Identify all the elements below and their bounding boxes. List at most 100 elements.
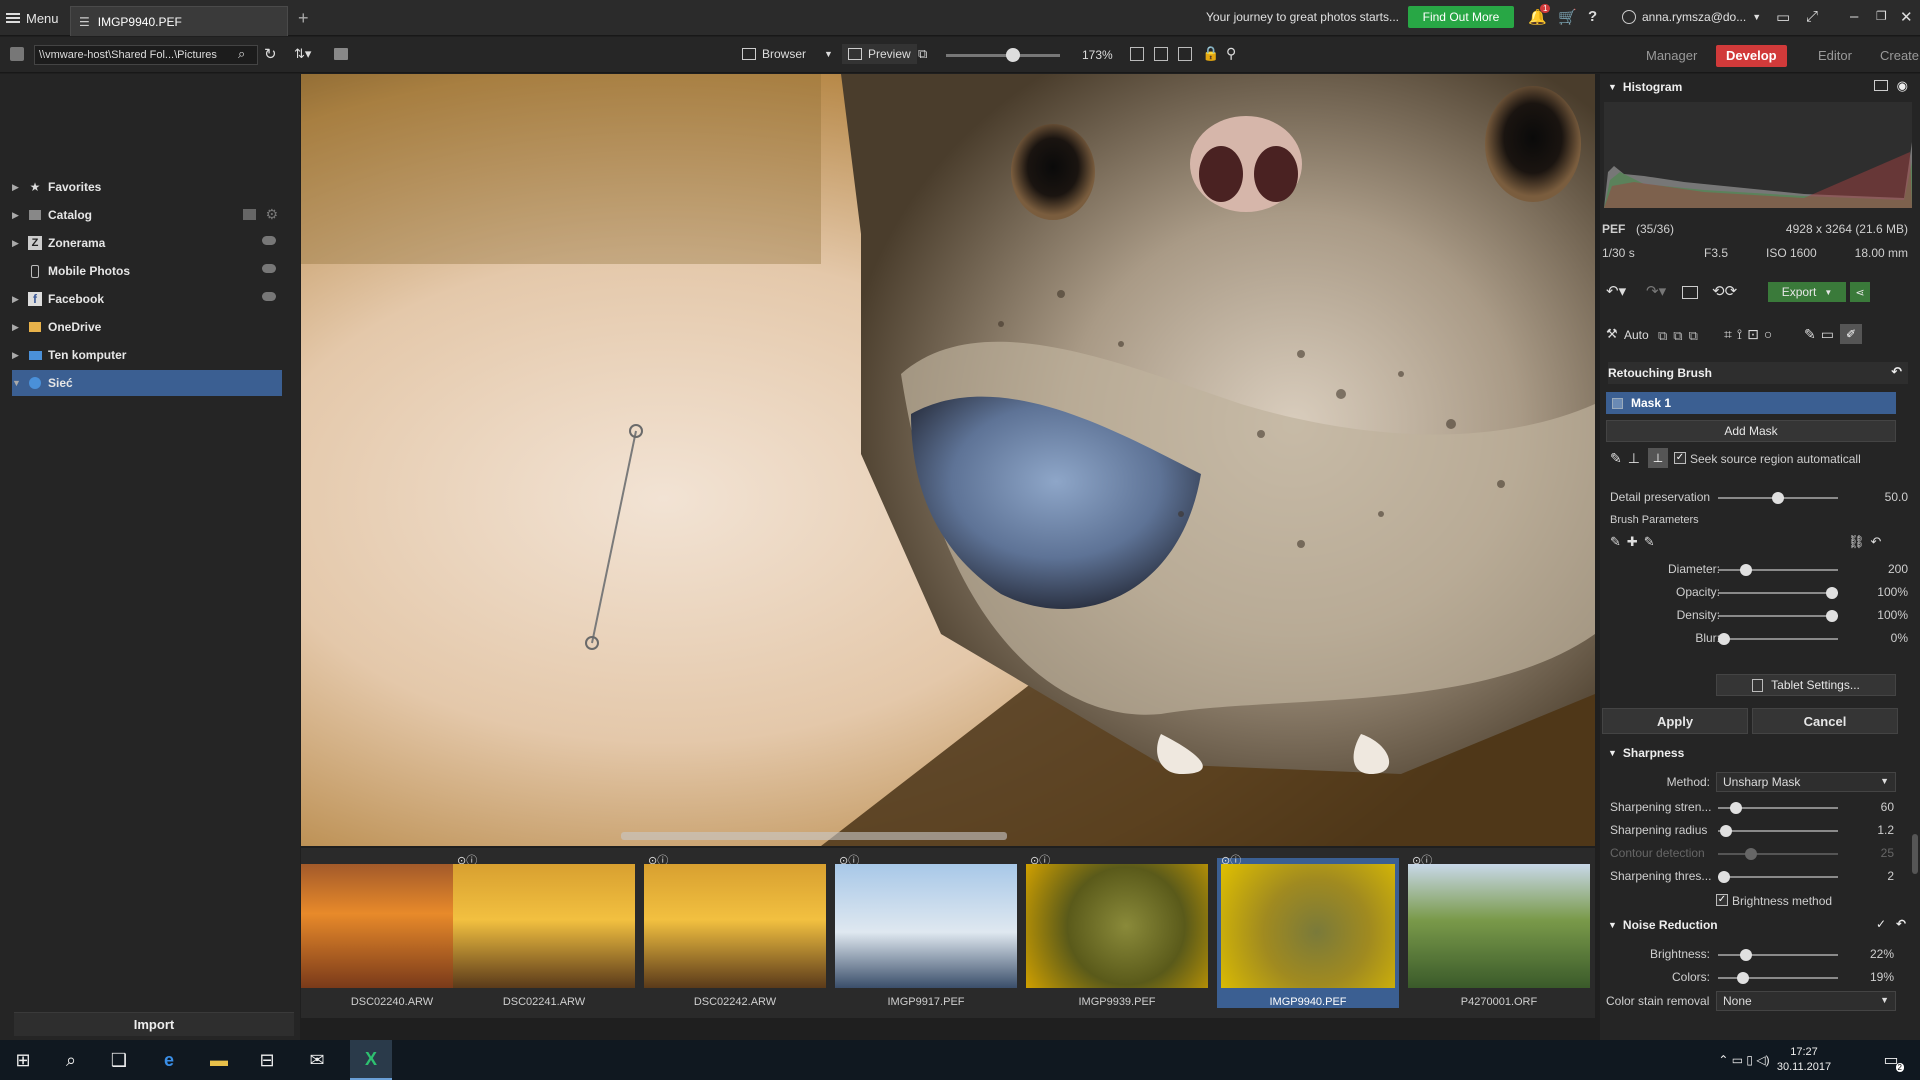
histogram-header[interactable]: ▼ Histogram ◉ (1608, 76, 1908, 98)
collapse-caret-icon[interactable]: ▼ (1608, 748, 1617, 758)
filmstrip-thumb[interactable]: ⊙ⓘ IMGP9939.PEF (1026, 855, 1208, 1008)
zoom-slider-knob[interactable] (1006, 48, 1020, 62)
expand-caret-icon[interactable]: ▶ (12, 350, 22, 361)
nr-brightness-slider[interactable] (1718, 954, 1838, 956)
filmstrip-thumb[interactable]: ⊙ⓘ DSC02241.ARW (453, 855, 635, 1008)
sharpening-strength-knob[interactable] (1730, 802, 1742, 814)
brush-shape-icons[interactable]: ✎✚✎ (1610, 534, 1661, 550)
folder-nav-icon[interactable] (10, 47, 24, 61)
settings-icon[interactable]: ◉ (1897, 78, 1908, 94)
nr-colors-knob[interactable] (1737, 972, 1749, 984)
export-button[interactable]: Export ▼ (1768, 282, 1846, 302)
horizontal-scrollbar[interactable] (621, 832, 1007, 840)
sharpening-threshold-slider[interactable] (1718, 876, 1838, 878)
brush-tools-icons[interactable]: ✎▭ (1804, 326, 1839, 343)
nav-item-mobile-photos[interactable]: Mobile Photos (12, 258, 282, 284)
tablet-settings-button[interactable]: Tablet Settings... (1716, 674, 1896, 696)
nav-item-onedrive[interactable]: ▶ OneDrive (12, 314, 282, 340)
nr-colors-slider[interactable] (1718, 977, 1838, 979)
reset-icon[interactable]: ↶ (1891, 364, 1902, 380)
fit-view-icon[interactable] (1130, 47, 1144, 61)
maximize-icon[interactable]: ❐ (1876, 9, 1887, 23)
nav-item-favorites[interactable]: ▶ ★ Favorites (12, 174, 282, 200)
cancel-button[interactable]: Cancel (1752, 708, 1898, 734)
search-icon[interactable]: ⌕ (58, 1048, 84, 1072)
search-icon[interactable]: ⌕ (238, 46, 245, 62)
sharpening-radius-slider[interactable] (1718, 830, 1838, 832)
nav-item-ten-komputer[interactable]: ▶ Ten komputer (12, 342, 282, 368)
nav-item-zonerama[interactable]: ▶ Z Zonerama (12, 230, 282, 256)
expand-caret-icon[interactable]: ▶ (12, 210, 22, 221)
density-knob[interactable] (1826, 610, 1838, 622)
picture-icon[interactable] (1682, 286, 1698, 299)
path-input[interactable]: \\vmware-host\Shared Fol...\Pictures (34, 45, 258, 65)
filmstrip-thumb[interactable]: ⊙ⓘ P4270001.ORF (1408, 855, 1590, 1008)
collapse-caret-icon[interactable]: ▼ (12, 378, 22, 388)
expand-caret-icon[interactable]: ▶ (12, 294, 22, 305)
collapse-caret-icon[interactable]: ▼ (1608, 920, 1617, 930)
cart-icon[interactable]: 🛒 (1558, 8, 1577, 26)
display-icon[interactable]: ▭ (1776, 8, 1790, 26)
action-center-icon[interactable]: ▭ 2 (1878, 1048, 1904, 1072)
filmstrip-thumb[interactable]: ⊙ⓘ DSC02242.ARW (644, 855, 826, 1008)
zoner-app-icon[interactable]: X (350, 1040, 392, 1080)
add-mask-button[interactable]: Add Mask (1606, 420, 1896, 442)
collapse-caret-icon[interactable]: ▼ (1608, 82, 1617, 92)
density-slider[interactable] (1718, 615, 1838, 617)
panel-scrollbar[interactable] (1912, 834, 1918, 874)
reset-icon[interactable]: ↶ (1896, 917, 1906, 931)
retouch-brush-tool-icon[interactable]: ✐ (1840, 324, 1862, 344)
expand-caret-icon[interactable]: ▶ (12, 322, 22, 333)
sharpening-threshold-knob[interactable] (1718, 871, 1730, 883)
nav-item-siec[interactable]: ▼ Sieć (12, 370, 282, 396)
close-icon[interactable]: ✕ (1900, 8, 1913, 26)
diameter-slider[interactable] (1718, 569, 1838, 571)
browser-button[interactable]: Browser ▼ (742, 47, 833, 61)
opacity-slider[interactable] (1718, 592, 1838, 594)
color-stain-removal-select[interactable]: None ▼ (1716, 991, 1896, 1011)
nav-item-catalog[interactable]: ▶ Catalog ⚙ (12, 202, 282, 228)
edge-browser-icon[interactable]: e (156, 1048, 182, 1072)
diameter-knob[interactable] (1740, 564, 1752, 576)
nr-brightness-knob[interactable] (1740, 949, 1752, 961)
actual-size-icon[interactable] (1154, 47, 1168, 61)
fullscreen-icon[interactable]: ⤢ (1806, 8, 1818, 25)
zoom-slider[interactable] (946, 54, 1060, 57)
preview-button[interactable]: Preview (842, 44, 917, 64)
expand-caret-icon[interactable]: ▶ (12, 238, 22, 249)
gear-icon[interactable]: ⚙ (265, 206, 278, 223)
external-window-icon[interactable]: ⧉ (918, 46, 927, 62)
menu-button[interactable]: Menu (6, 8, 59, 28)
brightness-method-checkbox[interactable]: ✓ (1716, 894, 1728, 906)
refresh-icon[interactable]: ↻ (264, 45, 277, 63)
filmstrip-thumb-selected[interactable]: ⊙ⓘ IMGP9940.PEF (1217, 855, 1399, 1008)
notification-bell-icon[interactable]: 🔔 1 (1528, 4, 1551, 26)
copy-paste-icons[interactable]: ⧉⧉⧉ (1658, 328, 1704, 344)
lock-icon[interactable]: 🔒 (1202, 45, 1219, 62)
filmstrip-thumb[interactable]: ⊙ⓘ IMGP9917.PEF (835, 855, 1017, 1008)
tab-manager[interactable]: Manager (1636, 45, 1707, 67)
undo-icon[interactable]: ↶▾ (1606, 282, 1626, 300)
crop-tools-icons[interactable]: ⌗⟟⊡○ (1724, 326, 1777, 343)
rotate-icon[interactable]: ⟲⟳ (1712, 282, 1737, 300)
clock[interactable]: 17:27 30.11.2017 (1768, 1045, 1840, 1075)
find-out-more-button[interactable]: Find Out More (1408, 6, 1514, 28)
mail-icon[interactable]: ✉ (304, 1048, 330, 1072)
sharpening-radius-knob[interactable] (1720, 825, 1732, 837)
help-icon[interactable]: ? (1588, 8, 1597, 25)
blur-slider[interactable] (1718, 638, 1838, 640)
mask-item[interactable]: Mask 1 (1606, 392, 1896, 414)
detail-preservation-knob[interactable] (1772, 492, 1784, 504)
compare-icon[interactable] (1178, 47, 1192, 61)
noise-reduction-header[interactable]: ▼ Noise Reduction ✓ ↶ (1608, 914, 1908, 936)
user-account[interactable]: anna.rymsza@do... ▼ (1622, 10, 1761, 24)
windows-start-icon[interactable]: ⊞ (10, 1048, 36, 1072)
link-reset-icons[interactable]: ⛓↶ (1848, 534, 1887, 550)
auto-label[interactable]: Auto (1624, 328, 1649, 342)
brush-mode-icons[interactable]: ✎⊥ (1610, 450, 1646, 467)
share-icon[interactable]: ⋖ (1850, 282, 1870, 302)
task-view-icon[interactable]: ❑ (106, 1048, 132, 1072)
seek-source-checkbox[interactable]: ✓ (1674, 452, 1686, 464)
image-viewer[interactable] (301, 74, 1595, 846)
enabled-check-icon[interactable]: ✓ (1876, 917, 1886, 931)
